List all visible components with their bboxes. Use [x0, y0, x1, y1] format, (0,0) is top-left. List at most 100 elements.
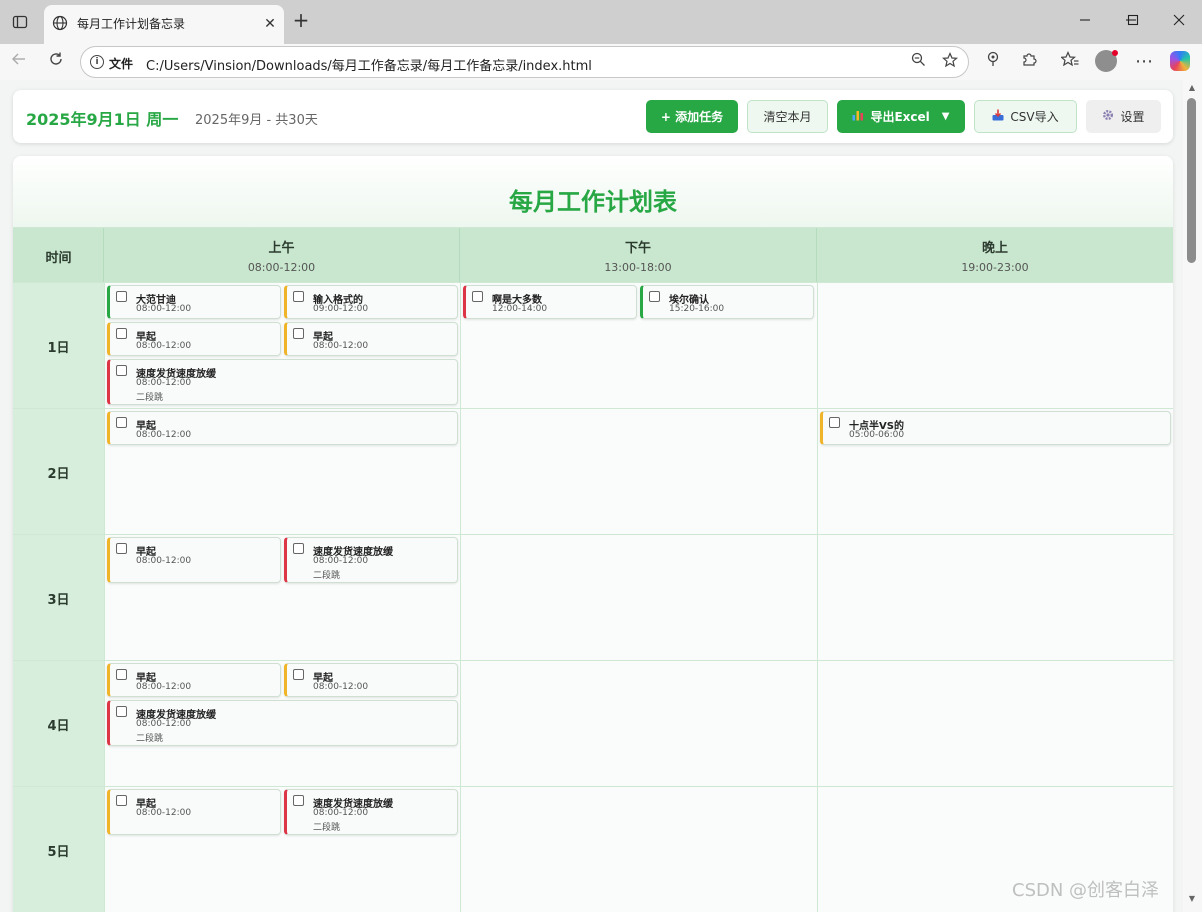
add-task-button[interactable]: + 添加任务: [646, 100, 738, 133]
time-header-label: 时间: [45, 251, 72, 266]
task-time: 09:00-12:00: [313, 304, 369, 314]
chevron-down-icon[interactable]: ▼: [942, 111, 950, 122]
day-row: 5日 早起 08:00-12:00 速度发货速度放缓 08:00-12:00 二…: [13, 786, 1173, 912]
task-card[interactable]: 埃尔确认 15:20-16:00: [640, 285, 814, 319]
task-card[interactable]: 速度发货速度放缓 08:00-12:00 二段跳: [107, 359, 458, 405]
copilot-icon[interactable]: [1170, 51, 1190, 71]
task-card[interactable]: 十点半VS的 05:00-06:00: [820, 411, 1171, 445]
task-card[interactable]: 早起 08:00-12:00: [107, 663, 281, 697]
monthly-planner: 每月工作计划表 时间 上午 08:00-12:00 下午 13:00-18:00…: [13, 156, 1173, 912]
task-checkbox[interactable]: [116, 795, 127, 806]
task-card[interactable]: 速度发货速度放缓 08:00-12:00 二段跳: [284, 537, 458, 583]
slot-morning[interactable]: 早起 08:00-12:00 速度发货速度放缓 08:00-12:00 二段跳: [104, 787, 460, 912]
top-toolbar: 2025年9月1日 周一 2025年9月 - 共30天 + 添加任务 清空本月 …: [13, 90, 1173, 143]
export-excel-label: 导出Excel: [870, 110, 930, 124]
task-card[interactable]: 速度发货速度放缓 08:00-12:00 二段跳: [284, 789, 458, 835]
slot-evening[interactable]: [817, 535, 1173, 660]
task-time: 08:00-12:00: [136, 304, 192, 314]
slot-evening[interactable]: 十点半VS的 05:00-06:00: [817, 409, 1173, 534]
slot-morning[interactable]: 早起 08:00-12:00 早起 08:00-12:00 速度发货速度放缓 0…: [104, 661, 460, 786]
task-checkbox[interactable]: [116, 543, 127, 554]
refresh-icon[interactable]: [43, 49, 69, 75]
more-icon[interactable]: ⋯: [1131, 49, 1157, 75]
back-icon[interactable]: [6, 49, 32, 75]
task-card[interactable]: 啊是大多数 12:00-14:00: [463, 285, 637, 319]
settings-button[interactable]: 设置: [1086, 100, 1161, 133]
task-card[interactable]: 早起 08:00-12:00: [284, 663, 458, 697]
tab-title: 每月工作计划备忘录: [77, 17, 186, 31]
task-checkbox[interactable]: [293, 669, 304, 680]
close-tab-icon[interactable]: ✕: [261, 15, 279, 33]
slot-morning[interactable]: 早起 08:00-12:00: [104, 409, 460, 534]
scroll-up-icon[interactable]: ▲: [1187, 84, 1197, 92]
url-bar[interactable]: i 文件 C:/Users/Vinsion/Downloads/每月工作备忘录/…: [80, 46, 969, 78]
task-card[interactable]: 早起 08:00-12:00: [284, 322, 458, 356]
task-time: 08:00-12:00: [136, 808, 192, 818]
task-card[interactable]: 速度发货速度放缓 08:00-12:00 二段跳: [107, 700, 458, 746]
task-time: 08:00-12:00: [136, 430, 192, 440]
task-checkbox[interactable]: [293, 543, 304, 554]
task-time: 08:00-12:00: [313, 556, 369, 566]
task-checkbox[interactable]: [829, 417, 840, 428]
task-note: 二段跳: [136, 393, 164, 403]
slot-afternoon[interactable]: [460, 409, 817, 534]
task-card[interactable]: 早起 08:00-12:00: [107, 537, 281, 583]
task-card[interactable]: 输入格式的 09:00-12:00: [284, 285, 458, 319]
extension-icon[interactable]: [980, 49, 1006, 75]
task-checkbox[interactable]: [116, 328, 127, 339]
puzzle-icon[interactable]: [1016, 49, 1042, 75]
maximize-button[interactable]: [1118, 8, 1148, 34]
scroll-down-icon[interactable]: ▼: [1187, 895, 1197, 903]
sidebar-icon[interactable]: [8, 10, 32, 34]
task-note: 二段跳: [136, 734, 164, 744]
slot-evening[interactable]: [817, 283, 1173, 408]
slot-morning[interactable]: 大范甘迪 08:00-12:00 输入格式的 09:00-12:00 早起 08…: [104, 283, 460, 408]
minimize-button[interactable]: [1070, 8, 1100, 34]
task-card[interactable]: 早起 08:00-12:00: [107, 789, 281, 835]
star-icon[interactable]: [940, 52, 960, 72]
task-time: 15:20-16:00: [669, 304, 725, 314]
export-excel-button[interactable]: 导出Excel ▼: [837, 100, 965, 133]
task-checkbox[interactable]: [293, 795, 304, 806]
slot-afternoon[interactable]: 啊是大多数 12:00-14:00 埃尔确认 15:20-16:00: [460, 283, 817, 408]
task-checkbox[interactable]: [293, 291, 304, 302]
day-cell: 3日: [13, 535, 104, 660]
planner-title: 每月工作计划表: [509, 188, 677, 216]
task-card[interactable]: 早起 08:00-12:00: [107, 322, 281, 356]
csv-import-button[interactable]: CSV导入: [974, 100, 1077, 133]
column-name: 晚上: [981, 241, 1008, 256]
task-checkbox[interactable]: [116, 365, 127, 376]
zoom-icon[interactable]: [908, 52, 928, 72]
slot-evening[interactable]: [817, 661, 1173, 786]
info-icon[interactable]: i: [90, 55, 104, 69]
task-checkbox[interactable]: [649, 291, 660, 302]
slot-morning[interactable]: 早起 08:00-12:00 速度发货速度放缓 08:00-12:00 二段跳: [104, 535, 460, 660]
task-checkbox[interactable]: [293, 328, 304, 339]
day-label: 1日: [47, 340, 70, 356]
task-checkbox[interactable]: [116, 291, 127, 302]
gear-icon: [1102, 109, 1114, 124]
clear-month-button[interactable]: 清空本月: [747, 100, 828, 133]
slot-afternoon[interactable]: [460, 661, 817, 786]
slot-afternoon[interactable]: [460, 535, 817, 660]
task-checkbox[interactable]: [116, 417, 127, 428]
favorites-icon[interactable]: [1057, 49, 1083, 75]
url-text[interactable]: C:/Users/Vinsion/Downloads/每月工作备忘录/每月工作备…: [146, 55, 592, 74]
page-viewport: 2025年9月1日 周一 2025年9月 - 共30天 + 添加任务 清空本月 …: [0, 80, 1202, 912]
task-card[interactable]: 早起 08:00-12:00: [107, 411, 458, 445]
browser-tab[interactable]: 每月工作计划备忘录 ✕: [44, 5, 284, 44]
column-header-evening: 晚上 19:00-23:00: [817, 228, 1173, 282]
slot-afternoon[interactable]: [460, 787, 817, 912]
address-bar-row: i 文件 C:/Users/Vinsion/Downloads/每月工作备忘录/…: [0, 44, 1202, 80]
task-checkbox[interactable]: [472, 291, 483, 302]
task-checkbox[interactable]: [116, 669, 127, 680]
column-header-morning: 上午 08:00-12:00: [104, 228, 460, 282]
new-tab-icon[interactable]: +: [290, 10, 312, 32]
planner-header: 每月工作计划表: [13, 156, 1173, 228]
profile-notification-dot: [1112, 50, 1118, 56]
settings-label: 设置: [1120, 110, 1145, 124]
task-checkbox[interactable]: [116, 706, 127, 717]
scrollbar-thumb[interactable]: [1187, 98, 1196, 263]
task-card[interactable]: 大范甘迪 08:00-12:00: [107, 285, 281, 319]
close-window-button[interactable]: [1164, 8, 1194, 34]
